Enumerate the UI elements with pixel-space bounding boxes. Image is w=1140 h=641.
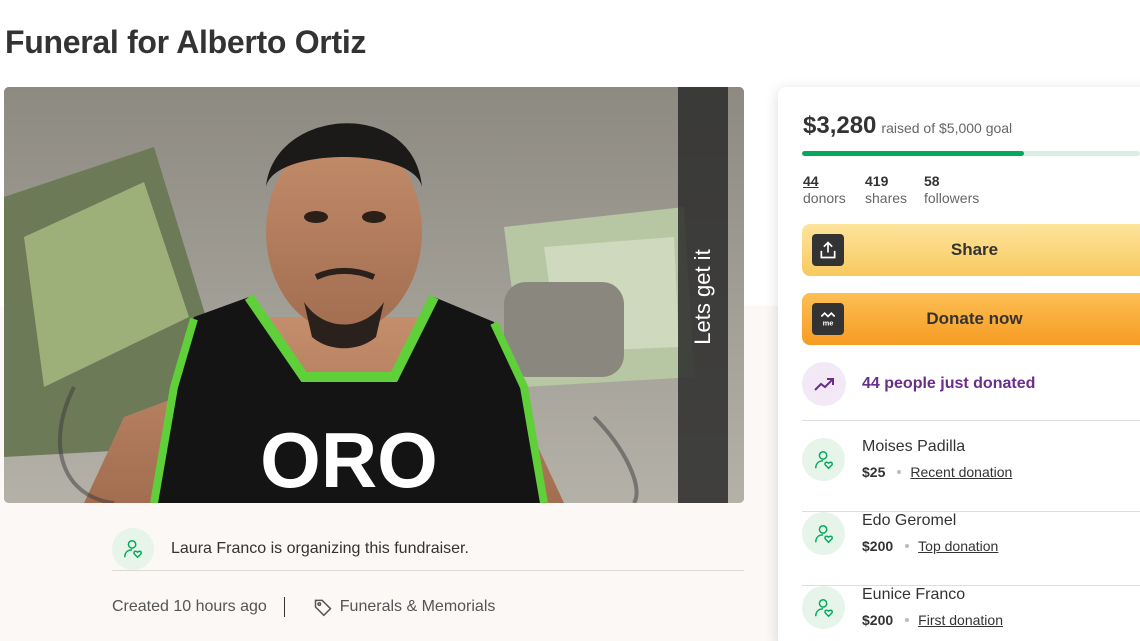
donation-details: $25 Recent donation <box>862 464 1012 480</box>
stat-followers: 58 followers <box>924 173 979 207</box>
donor-name: Edo Geromel <box>862 512 957 529</box>
shirt-lettering: ORO <box>260 416 438 503</box>
fundraiser-photo[interactable]: Lets get it ORO <box>4 87 744 503</box>
donor-name: Moises Padilla <box>862 438 966 455</box>
page-title: Funeral for Alberto Ortiz <box>5 24 367 60</box>
donation-item: Edo Geromel $200 Top donation <box>802 512 1140 586</box>
stat-label: donors <box>803 190 846 206</box>
organizer-row[interactable]: Laura Franco is organizing this fundrais… <box>112 528 744 571</box>
category-link[interactable]: Funerals & Memorials <box>340 598 496 616</box>
created-time: Created 10 hours ago <box>112 598 267 615</box>
stat-donors[interactable]: 44 donors <box>803 173 846 207</box>
stat-value: 58 <box>924 173 940 189</box>
separator-dot <box>905 544 910 548</box>
upload-icon <box>812 234 844 266</box>
tag-icon <box>313 597 333 617</box>
svg-text:me: me <box>823 319 834 328</box>
donation-item: Moises Padilla $25 Recent donation <box>802 438 1140 512</box>
recent-donors-text: 44 people just donated <box>862 375 1036 392</box>
stat-label: followers <box>924 190 980 206</box>
goal-text: raised of $5,000 goal <box>881 120 1013 136</box>
photo-illustration: Lets get it ORO <box>4 87 744 503</box>
donation-item: Eunice Franco $200 First donation <box>802 586 1140 636</box>
progress-bar <box>802 151 1140 156</box>
user-heart-icon <box>112 528 154 570</box>
stat-value: 419 <box>865 173 889 189</box>
share-button[interactable]: Share <box>802 224 1140 276</box>
donation-type-link[interactable]: Recent donation <box>910 464 1012 480</box>
donation-amount: $200 <box>862 538 894 554</box>
separator-dot <box>897 470 902 474</box>
donation-amount: $200 <box>862 612 894 628</box>
donor-name: Eunice Franco <box>862 586 966 603</box>
fundraiser-meta: Created 10 hours ago Funerals & Memorial… <box>112 594 495 620</box>
donation-details: $200 First donation <box>862 612 1003 628</box>
photo-caption: Lets get it <box>690 249 715 344</box>
stat-shares: 419 shares <box>865 173 907 207</box>
user-heart-icon <box>802 586 845 629</box>
user-heart-icon <box>802 438 845 481</box>
trending-up-icon <box>802 362 846 406</box>
donate-label: Donate now <box>926 309 1023 328</box>
progress-fill <box>802 151 1024 156</box>
user-heart-icon <box>802 512 845 555</box>
separator-dot <box>905 618 910 622</box>
stat-label: shares <box>865 190 908 206</box>
recent-donors-banner[interactable]: 44 people just donated <box>802 361 1140 421</box>
donation-details: $200 Top donation <box>862 538 998 554</box>
gofundme-icon: me <box>812 303 844 335</box>
share-label: Share <box>950 240 999 259</box>
donation-type-link[interactable]: First donation <box>918 612 1003 628</box>
donation-amount: $25 <box>862 464 886 480</box>
stat-value: 44 <box>803 173 819 189</box>
raised-amount: $3,280 <box>803 112 877 139</box>
organizer-text: Laura Franco is organizing this fundrais… <box>171 540 469 557</box>
donation-type-link[interactable]: Top donation <box>918 538 998 554</box>
donate-button[interactable]: me Donate now <box>802 293 1140 345</box>
amount-raised: $3,280 raised of $5,000 goal <box>803 112 1012 140</box>
meta-divider <box>283 597 285 617</box>
